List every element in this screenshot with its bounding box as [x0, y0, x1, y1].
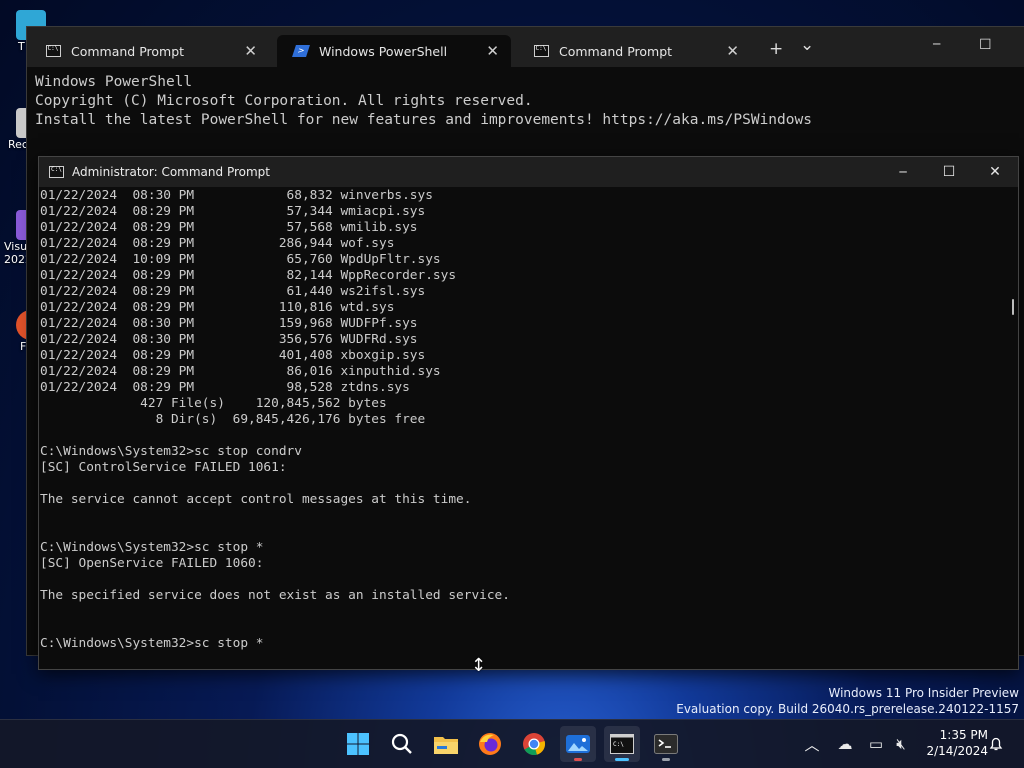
search-icon — [391, 733, 412, 754]
clock-date: 2/14/2024 — [926, 744, 988, 758]
admin-command-prompt-window: C:\ Administrator: Command Prompt ─ ☐ ✕ … — [38, 156, 1019, 670]
terminal-button[interactable] — [648, 726, 684, 762]
tab-label: Windows PowerShell — [319, 43, 448, 59]
console-line: 01/22/2024 08:29 PM 401,408 xboxgip.sys — [40, 348, 426, 363]
cmd-icon: C:\ — [610, 734, 634, 754]
console-line: Windows PowerShell — [35, 74, 193, 90]
tab-dropdown-button[interactable]: ⌄ — [800, 35, 814, 55]
console-line: 01/22/2024 08:30 PM 356,576 WUDFRd.sys — [40, 332, 418, 347]
watermark-line-2: Evaluation copy. Build 26040.rs_prerelea… — [676, 702, 1019, 716]
console-line: The service cannot accept control messag… — [40, 492, 472, 507]
title-bar[interactable]: C:\ Administrator: Command Prompt ─ ☐ ✕ — [39, 157, 1018, 187]
console-line: Copyright (C) Microsoft Corporation. All… — [35, 93, 533, 109]
console-line: [SC] OpenService FAILED 1060: — [40, 556, 264, 571]
photos-button[interactable] — [560, 726, 596, 762]
terminal-icon — [654, 734, 678, 754]
console-line: C:\Windows\System32>sc stop condrv — [40, 444, 302, 459]
console-line: 427 File(s) 120,845,562 bytes — [40, 396, 387, 411]
new-tab-button[interactable]: + — [769, 39, 783, 59]
console-line: 01/22/2024 10:09 PM 65,760 WpdUpFltr.sys — [40, 252, 441, 267]
tab-label: Command Prompt — [559, 43, 673, 59]
resize-cursor-icon: ↕ — [471, 655, 487, 676]
console-line: C:\Windows\System32>sc stop * — [40, 636, 264, 651]
chrome-icon — [523, 733, 546, 756]
console-line: 01/22/2024 08:29 PM 98,528 ztdns.sys — [40, 380, 410, 395]
notifications-bell-icon[interactable] — [986, 720, 1006, 768]
start-button[interactable] — [340, 726, 376, 762]
search-button[interactable] — [384, 726, 420, 762]
cmd-icon: C:\ — [533, 44, 549, 58]
close-tab-icon[interactable]: ✕ — [726, 42, 739, 60]
console-line: 01/22/2024 08:29 PM 57,344 wmiacpi.sys — [40, 204, 426, 219]
tab-command-prompt-2[interactable]: C:\ Command Prompt ✕ — [517, 35, 751, 67]
tab-bar: C:\ Command Prompt ✕ > Windows PowerShel… — [27, 27, 1024, 67]
console-line: 01/22/2024 08:29 PM 110,816 wtd.sys — [40, 300, 395, 315]
tab-command-prompt-1[interactable]: C:\ Command Prompt ✕ — [29, 35, 269, 67]
console-line: 8 Dir(s) 69,845,426,176 bytes free — [40, 412, 426, 427]
evaluation-watermark: Windows 11 Pro Insider Preview Evaluatio… — [676, 685, 1019, 717]
running-indicator — [574, 758, 582, 761]
tab-windows-powershell[interactable]: > Windows PowerShell ✕ — [277, 35, 511, 67]
scrollbar[interactable] — [1006, 187, 1018, 669]
maximize-button[interactable]: ☐ — [926, 157, 972, 187]
command-prompt-button[interactable]: C:\ — [604, 726, 640, 762]
bell-icon — [989, 737, 1003, 751]
console-line: 01/22/2024 08:29 PM 286,944 wof.sys — [40, 236, 395, 251]
console-line: C:\Windows\System32>sc stop * — [40, 540, 264, 555]
onedrive-icon[interactable]: ☁ — [832, 720, 858, 768]
running-indicator — [662, 758, 670, 761]
maximize-button[interactable]: ☐ — [979, 37, 992, 53]
console-line: The specified service does not exist as … — [40, 588, 510, 603]
clock-time: 1:35 PM — [939, 728, 988, 742]
volume-muted-icon[interactable]: 🔇︎ — [890, 720, 912, 768]
cmd-icon: C:\ — [45, 44, 61, 58]
console-line: 01/22/2024 08:29 PM 61,440 ws2ifsl.sys — [40, 284, 426, 299]
close-tab-icon[interactable]: ✕ — [486, 42, 499, 60]
cmd-icon: C:\ — [49, 166, 64, 178]
folder-icon — [434, 737, 458, 754]
powershell-icon: > — [292, 44, 310, 58]
console-line: 01/22/2024 08:30 PM 159,968 WUDFPf.sys — [40, 316, 418, 331]
tab-label: Command Prompt — [71, 43, 185, 59]
minimize-button[interactable]: ─ — [933, 37, 940, 51]
photos-icon — [566, 735, 590, 753]
console-line: 01/22/2024 08:29 PM 82,144 WppRecorder.s… — [40, 268, 457, 283]
powershell-output[interactable]: Windows PowerShell Copyright (C) Microsof… — [35, 73, 812, 130]
watermark-line-1: Windows 11 Pro Insider Preview — [828, 686, 1019, 700]
svg-text:C:\: C:\ — [613, 741, 624, 748]
console-line: [SC] ControlService FAILED 1061: — [40, 460, 287, 475]
chrome-button[interactable] — [516, 726, 552, 762]
close-tab-icon[interactable]: ✕ — [244, 42, 257, 60]
windows-logo-icon — [347, 733, 369, 755]
console-line: 01/22/2024 08:30 PM 68,832 winverbs.sys — [40, 188, 433, 203]
console-line: Install the latest PowerShell for new fe… — [35, 112, 812, 128]
running-indicator — [615, 758, 629, 761]
taskbar: C:\ ︿ ☁ ▭ 🔇︎ 1:35 PM 2/14/2024 — [0, 719, 1024, 768]
window-title: Administrator: Command Prompt — [72, 165, 270, 179]
firefox-icon — [479, 733, 501, 755]
console-line: 01/22/2024 08:29 PM 57,568 wmilib.sys — [40, 220, 418, 235]
minimize-button[interactable]: ─ — [880, 157, 926, 187]
firefox-button[interactable] — [472, 726, 508, 762]
show-hidden-icons-button[interactable]: ︿ — [802, 720, 822, 768]
scrollbar-thumb[interactable] — [1012, 299, 1014, 315]
close-button[interactable]: ✕ — [972, 157, 1018, 187]
console-line: 01/22/2024 08:29 PM 86,016 xinputhid.sys — [40, 364, 441, 379]
file-explorer-button[interactable] — [428, 726, 464, 762]
clock[interactable]: 1:35 PM 2/14/2024 — [926, 727, 988, 759]
console-output[interactable]: 01/22/2024 08:30 PM 68,832 winverbs.sys 0… — [39, 187, 1006, 669]
network-icon[interactable]: ▭ — [866, 720, 886, 768]
